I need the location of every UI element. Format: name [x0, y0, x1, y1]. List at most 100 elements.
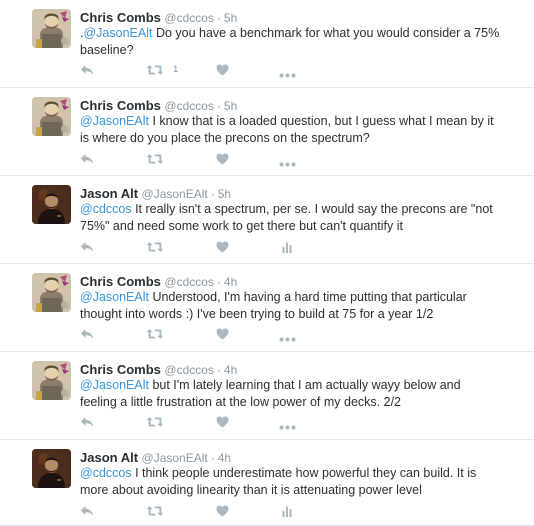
more-button[interactable] [279, 157, 296, 171]
more-icon [279, 73, 296, 78]
more-button[interactable] [279, 420, 296, 434]
like-button[interactable] [216, 63, 229, 77]
tweet-fullname[interactable]: Chris Combs [80, 10, 161, 25]
like-button[interactable] [216, 327, 229, 341]
analytics-button[interactable] [282, 504, 292, 518]
retweet-count: 1 [173, 64, 179, 75]
retweet-icon [146, 505, 164, 517]
tweet-timestamp[interactable]: 4h [218, 451, 231, 465]
tweet-text: .@JasonEAlt Do you have a benchmark for … [80, 25, 500, 58]
reply-button[interactable] [80, 240, 94, 254]
tweet-separator: · [216, 11, 221, 25]
tweet-text-body: It really isn't a spectrum, per se. I wo… [80, 202, 493, 233]
retweet-button[interactable] [146, 504, 173, 518]
analytics-button[interactable] [282, 240, 292, 254]
reply-icon [80, 416, 94, 428]
tweet-fullname[interactable]: Chris Combs [80, 98, 161, 113]
avatar[interactable] [32, 273, 71, 312]
tweet-header: Chris Combs @cdccos · 5h [80, 10, 237, 26]
analytics-icon [282, 506, 292, 517]
tweet-timestamp[interactable]: 5h [224, 99, 237, 113]
retweet-icon [146, 328, 164, 340]
tweet-fullname[interactable]: Jason Alt [80, 450, 138, 465]
tweet-username[interactable]: @cdccos [164, 363, 214, 377]
retweet-button[interactable]: 1 [146, 63, 178, 77]
reply-icon [80, 505, 94, 517]
reply-button[interactable] [80, 415, 94, 429]
tweet-text: @JasonEAlt Understood, I'm having a hard… [80, 289, 500, 322]
tweet-actions [80, 152, 320, 166]
reply-button[interactable] [80, 152, 94, 166]
tweet-text: @cdccos It really isn't a spectrum, per … [80, 201, 500, 234]
like-button[interactable] [216, 152, 229, 166]
tweet-text: @JasonEAlt I know that is a loaded quest… [80, 113, 500, 146]
tweet-username[interactable]: @cdccos [164, 11, 214, 25]
reply-button[interactable] [80, 504, 94, 518]
more-icon [279, 162, 296, 167]
more-button[interactable] [279, 68, 296, 82]
tweet-timestamp[interactable]: 5h [224, 11, 237, 25]
tweet-separator: · [210, 451, 215, 465]
tweet-timestamp[interactable]: 4h [224, 363, 237, 377]
avatar[interactable] [32, 185, 71, 224]
tweet-header: Jason Alt @JasonEAlt · 5h [80, 186, 231, 202]
tweet-text: @JasonEAlt but I'm lately learning that … [80, 377, 500, 410]
tweet-item[interactable]: Chris Combs @cdccos · 4h @JasonEAlt Underst… [0, 264, 534, 352]
tweet-header: Jason Alt @JasonEAlt · 4h [80, 450, 231, 466]
reply-icon [80, 153, 94, 165]
tweet-mention[interactable]: @JasonEAlt [80, 114, 149, 128]
tweet-mention[interactable]: @JasonEAlt [83, 26, 152, 40]
tweet-separator: · [216, 99, 221, 113]
tweet-fullname[interactable]: Jason Alt [80, 186, 138, 201]
like-button[interactable] [216, 415, 229, 429]
tweet-mention[interactable]: @cdccos [80, 202, 132, 216]
retweet-button[interactable] [146, 152, 173, 166]
tweet-item[interactable]: Chris Combs @cdccos · 5h .@JasonEAlt Do you… [0, 0, 534, 88]
tweet-separator: · [216, 363, 221, 377]
tweet-separator: · [216, 275, 221, 289]
reply-button[interactable] [80, 63, 94, 77]
like-button[interactable] [216, 240, 229, 254]
like-button[interactable] [216, 504, 229, 518]
tweet-item[interactable]: Chris Combs @cdccos · 5h @JasonEAlt I know … [0, 88, 534, 176]
retweet-button[interactable] [146, 327, 173, 341]
avatar[interactable] [32, 97, 71, 136]
tweet-mention[interactable]: @JasonEAlt [80, 378, 149, 392]
tweet-timeline: Chris Combs @cdccos · 5h .@JasonEAlt Do you… [0, 0, 534, 526]
tweet-item[interactable]: Jason Alt @JasonEAlt · 4h @cdccos I think p… [0, 440, 534, 526]
avatar[interactable] [32, 9, 71, 48]
tweet-actions [80, 415, 320, 429]
tweet-item[interactable]: Jason Alt @JasonEAlt · 5h @cdccos It really… [0, 176, 534, 264]
reply-icon [80, 241, 94, 253]
avatar[interactable] [32, 361, 71, 400]
retweet-button[interactable] [146, 240, 173, 254]
tweet-header: Chris Combs @cdccos · 4h [80, 362, 237, 378]
tweet-text: @cdccos I think people underestimate how… [80, 465, 500, 498]
more-button[interactable] [279, 332, 296, 346]
tweet-username[interactable]: @JasonEAlt [142, 451, 208, 465]
tweet-fullname[interactable]: Chris Combs [80, 274, 161, 289]
tweet-mention[interactable]: @cdccos [80, 466, 132, 480]
retweet-icon [146, 64, 164, 76]
tweet-username[interactable]: @cdccos [164, 275, 214, 289]
tweet-username[interactable]: @cdccos [164, 99, 214, 113]
tweet-username[interactable]: @JasonEAlt [142, 187, 208, 201]
tweet-timestamp[interactable]: 5h [218, 187, 231, 201]
reply-button[interactable] [80, 327, 94, 341]
heart-icon [216, 416, 229, 428]
avatar[interactable] [32, 449, 71, 488]
tweet-actions [80, 504, 320, 518]
reply-icon [80, 328, 94, 340]
heart-icon [216, 153, 229, 165]
heart-icon [216, 505, 229, 517]
tweet-item[interactable]: Chris Combs @cdccos · 4h @JasonEAlt but I'm… [0, 352, 534, 440]
heart-icon [216, 241, 229, 253]
tweet-actions [80, 240, 320, 254]
tweet-fullname[interactable]: Chris Combs [80, 362, 161, 377]
tweet-mention[interactable]: @JasonEAlt [80, 290, 149, 304]
retweet-icon [146, 416, 164, 428]
tweet-timestamp[interactable]: 4h [224, 275, 237, 289]
retweet-button[interactable] [146, 415, 173, 429]
retweet-icon [146, 241, 164, 253]
retweet-icon [146, 153, 164, 165]
